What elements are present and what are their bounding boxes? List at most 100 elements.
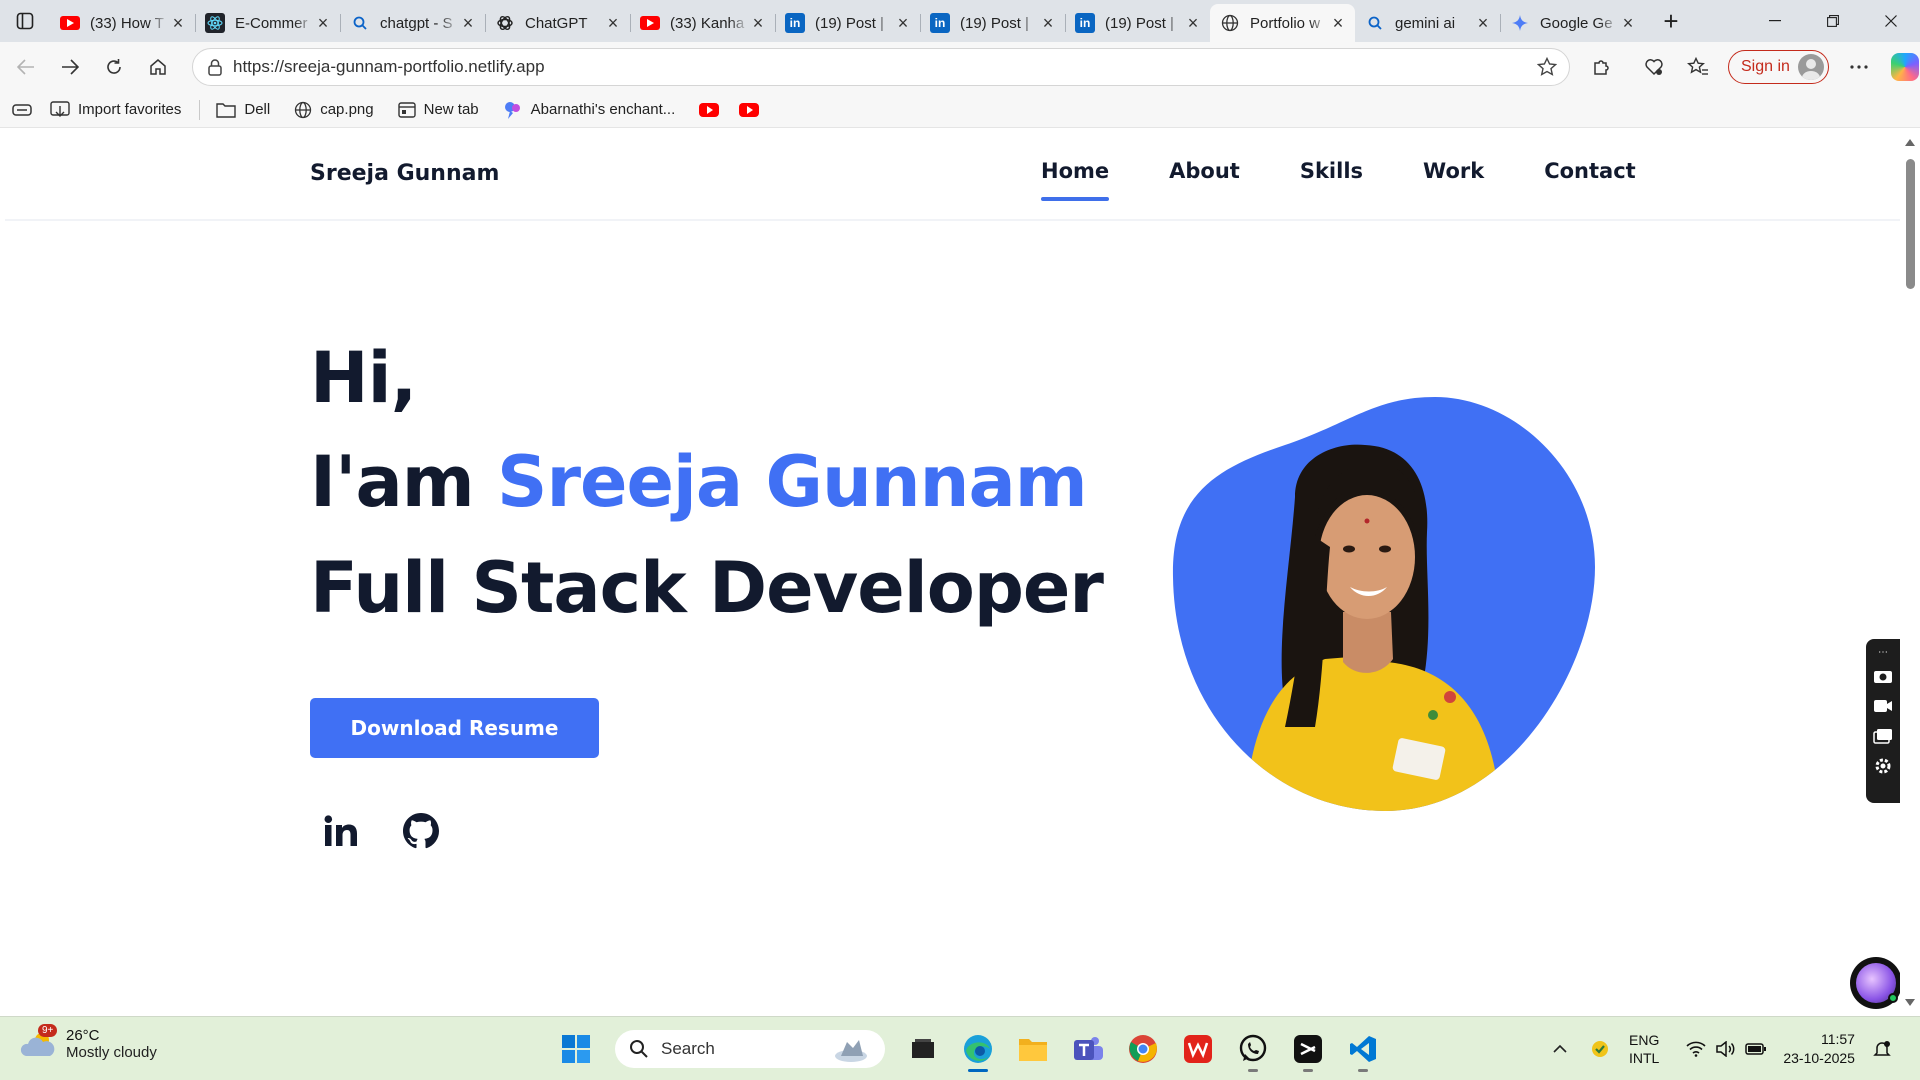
- linkedin-link[interactable]: [319, 809, 363, 853]
- close-icon[interactable]: ×: [1039, 13, 1057, 34]
- browser-essentials-button[interactable]: [1632, 47, 1676, 87]
- tab-linkedin-1[interactable]: in (19) Post | ×: [775, 6, 920, 40]
- tab-ecommerce[interactable]: E-Commer ×: [195, 6, 340, 40]
- window-capture-icon[interactable]: [1870, 721, 1896, 751]
- fav-abarnathi[interactable]: Abarnathi's enchant...: [503, 100, 675, 120]
- notifications-icon[interactable]: [1867, 1040, 1897, 1058]
- tab-linkedin-3[interactable]: in (19) Post | ×: [1065, 6, 1210, 40]
- close-window-button[interactable]: [1862, 0, 1920, 42]
- chevron-up-icon[interactable]: [1545, 1044, 1575, 1054]
- capcut-icon[interactable]: [1284, 1025, 1332, 1073]
- close-icon[interactable]: ×: [1184, 13, 1202, 34]
- settings-more-button[interactable]: [1837, 47, 1881, 87]
- close-icon[interactable]: ×: [169, 13, 187, 34]
- fav-import-favorites[interactable]: Import favorites: [50, 100, 182, 119]
- search-icon: [350, 13, 370, 33]
- weather-widget[interactable]: 9+ 26°C Mostly cloudy: [20, 1024, 157, 1061]
- more-dots-icon[interactable]: ⋯: [1870, 643, 1896, 661]
- tab-title: E-Commer: [235, 14, 308, 32]
- copilot-icon[interactable]: [1890, 53, 1919, 81]
- windows-taskbar: 9+ 26°C Mostly cloudy Search ENG INTL 11…: [0, 1016, 1920, 1080]
- tab-linkedin-2[interactable]: in (19) Post | ×: [920, 6, 1065, 40]
- tab-actions-button[interactable]: [0, 0, 50, 42]
- tab-title: (19) Post |: [960, 14, 1029, 32]
- github-link[interactable]: [399, 809, 443, 853]
- back-button[interactable]: [4, 47, 48, 87]
- close-icon[interactable]: ×: [894, 13, 912, 34]
- file-explorer-icon[interactable]: [1009, 1025, 1057, 1073]
- scroll-up-icon[interactable]: [1905, 139, 1915, 146]
- teams-icon[interactable]: [1064, 1025, 1112, 1073]
- battery-icon[interactable]: [1741, 1042, 1771, 1056]
- fav-dell-folder[interactable]: Dell: [216, 101, 270, 118]
- youtube-icon[interactable]: [699, 102, 720, 117]
- tab-chatgpt-search[interactable]: chatgpt - S ×: [340, 6, 485, 40]
- tab-google-gemini[interactable]: Google Ge ×: [1500, 6, 1645, 40]
- fav-new-tab[interactable]: New tab: [397, 101, 479, 118]
- address-bar[interactable]: https://sreeja-gunnam-portfolio.netlify.…: [192, 48, 1570, 86]
- close-icon[interactable]: ×: [459, 13, 477, 34]
- whatsapp-icon[interactable]: [1229, 1025, 1277, 1073]
- minimize-button[interactable]: [1746, 0, 1804, 42]
- tab-youtube-1[interactable]: (33) How T ×: [50, 6, 195, 40]
- wps-office-icon[interactable]: [1174, 1025, 1222, 1073]
- site-info-icon[interactable]: [207, 58, 223, 76]
- system-clock[interactable]: 11:57 23-10-2025: [1783, 1030, 1855, 1068]
- fav-cap-png[interactable]: cap.png: [294, 101, 374, 119]
- close-icon[interactable]: ×: [1619, 13, 1637, 34]
- video-icon[interactable]: [1870, 691, 1896, 721]
- close-icon[interactable]: ×: [604, 13, 622, 34]
- home-button[interactable]: [136, 47, 180, 87]
- close-icon[interactable]: ×: [314, 13, 332, 34]
- youtube-icon[interactable]: [739, 102, 760, 117]
- nav-contact[interactable]: Contact: [1544, 159, 1636, 201]
- new-tab-button[interactable]: +: [1651, 4, 1691, 38]
- tab-title: gemini ai: [1395, 14, 1456, 32]
- favorite-star-icon[interactable]: [1537, 57, 1557, 77]
- security-shield-icon[interactable]: [1585, 1039, 1615, 1059]
- download-resume-button[interactable]: Download Resume: [310, 698, 599, 758]
- search-icon: [1365, 13, 1385, 33]
- close-icon[interactable]: ×: [1329, 13, 1347, 34]
- language-indicator[interactable]: ENG INTL: [1629, 1031, 1659, 1067]
- sign-in-button[interactable]: Sign in: [1728, 50, 1829, 84]
- chrome-icon[interactable]: [1119, 1025, 1167, 1073]
- scrollbar-thumb[interactable]: [1906, 159, 1915, 289]
- tab-title: ChatGPT: [525, 14, 588, 32]
- tab-youtube-2[interactable]: (33) Kanha ×: [630, 6, 775, 40]
- folder-icon: [216, 102, 237, 118]
- tab-split-button[interactable]: [12, 102, 32, 118]
- task-view-icon[interactable]: [899, 1025, 947, 1073]
- assistant-launcher[interactable]: [1850, 957, 1900, 1009]
- vscode-icon[interactable]: [1339, 1025, 1387, 1073]
- tab-portfolio[interactable]: Portfolio w ×: [1210, 4, 1355, 42]
- taskbar-search[interactable]: Search: [615, 1030, 885, 1068]
- page-scrollbar[interactable]: [1900, 129, 1920, 1016]
- restore-button[interactable]: [1804, 0, 1862, 42]
- site-brand[interactable]: Sreeja Gunnam: [310, 161, 499, 186]
- fav-label: Import favorites: [78, 101, 182, 118]
- windows-start-icon[interactable]: [552, 1025, 600, 1073]
- forward-button[interactable]: [48, 47, 92, 87]
- refresh-button[interactable]: [92, 47, 136, 87]
- gear-icon[interactable]: [1870, 751, 1896, 781]
- hero-intro: I'am: [310, 441, 475, 523]
- camera-icon[interactable]: [1870, 661, 1896, 691]
- extensions-button[interactable]: [1580, 47, 1624, 87]
- close-icon[interactable]: ×: [749, 13, 767, 34]
- react-icon: [205, 13, 225, 33]
- favorites-button[interactable]: [1676, 47, 1720, 87]
- nav-work[interactable]: Work: [1423, 159, 1484, 201]
- favorites-list-icon: [1687, 57, 1708, 75]
- close-icon[interactable]: ×: [1474, 13, 1492, 34]
- url-text[interactable]: https://sreeja-gunnam-portfolio.netlify.…: [233, 57, 1537, 77]
- nav-skills[interactable]: Skills: [1300, 159, 1363, 201]
- wifi-icon[interactable]: [1681, 1041, 1711, 1057]
- tab-chatgpt[interactable]: ChatGPT ×: [485, 6, 630, 40]
- nav-home[interactable]: Home: [1041, 159, 1110, 201]
- tab-gemini-search[interactable]: gemini ai ×: [1355, 6, 1500, 40]
- volume-icon[interactable]: [1711, 1041, 1741, 1057]
- nav-about[interactable]: About: [1169, 159, 1240, 201]
- scroll-down-icon[interactable]: [1905, 999, 1915, 1006]
- edge-browser-icon[interactable]: [954, 1025, 1002, 1073]
